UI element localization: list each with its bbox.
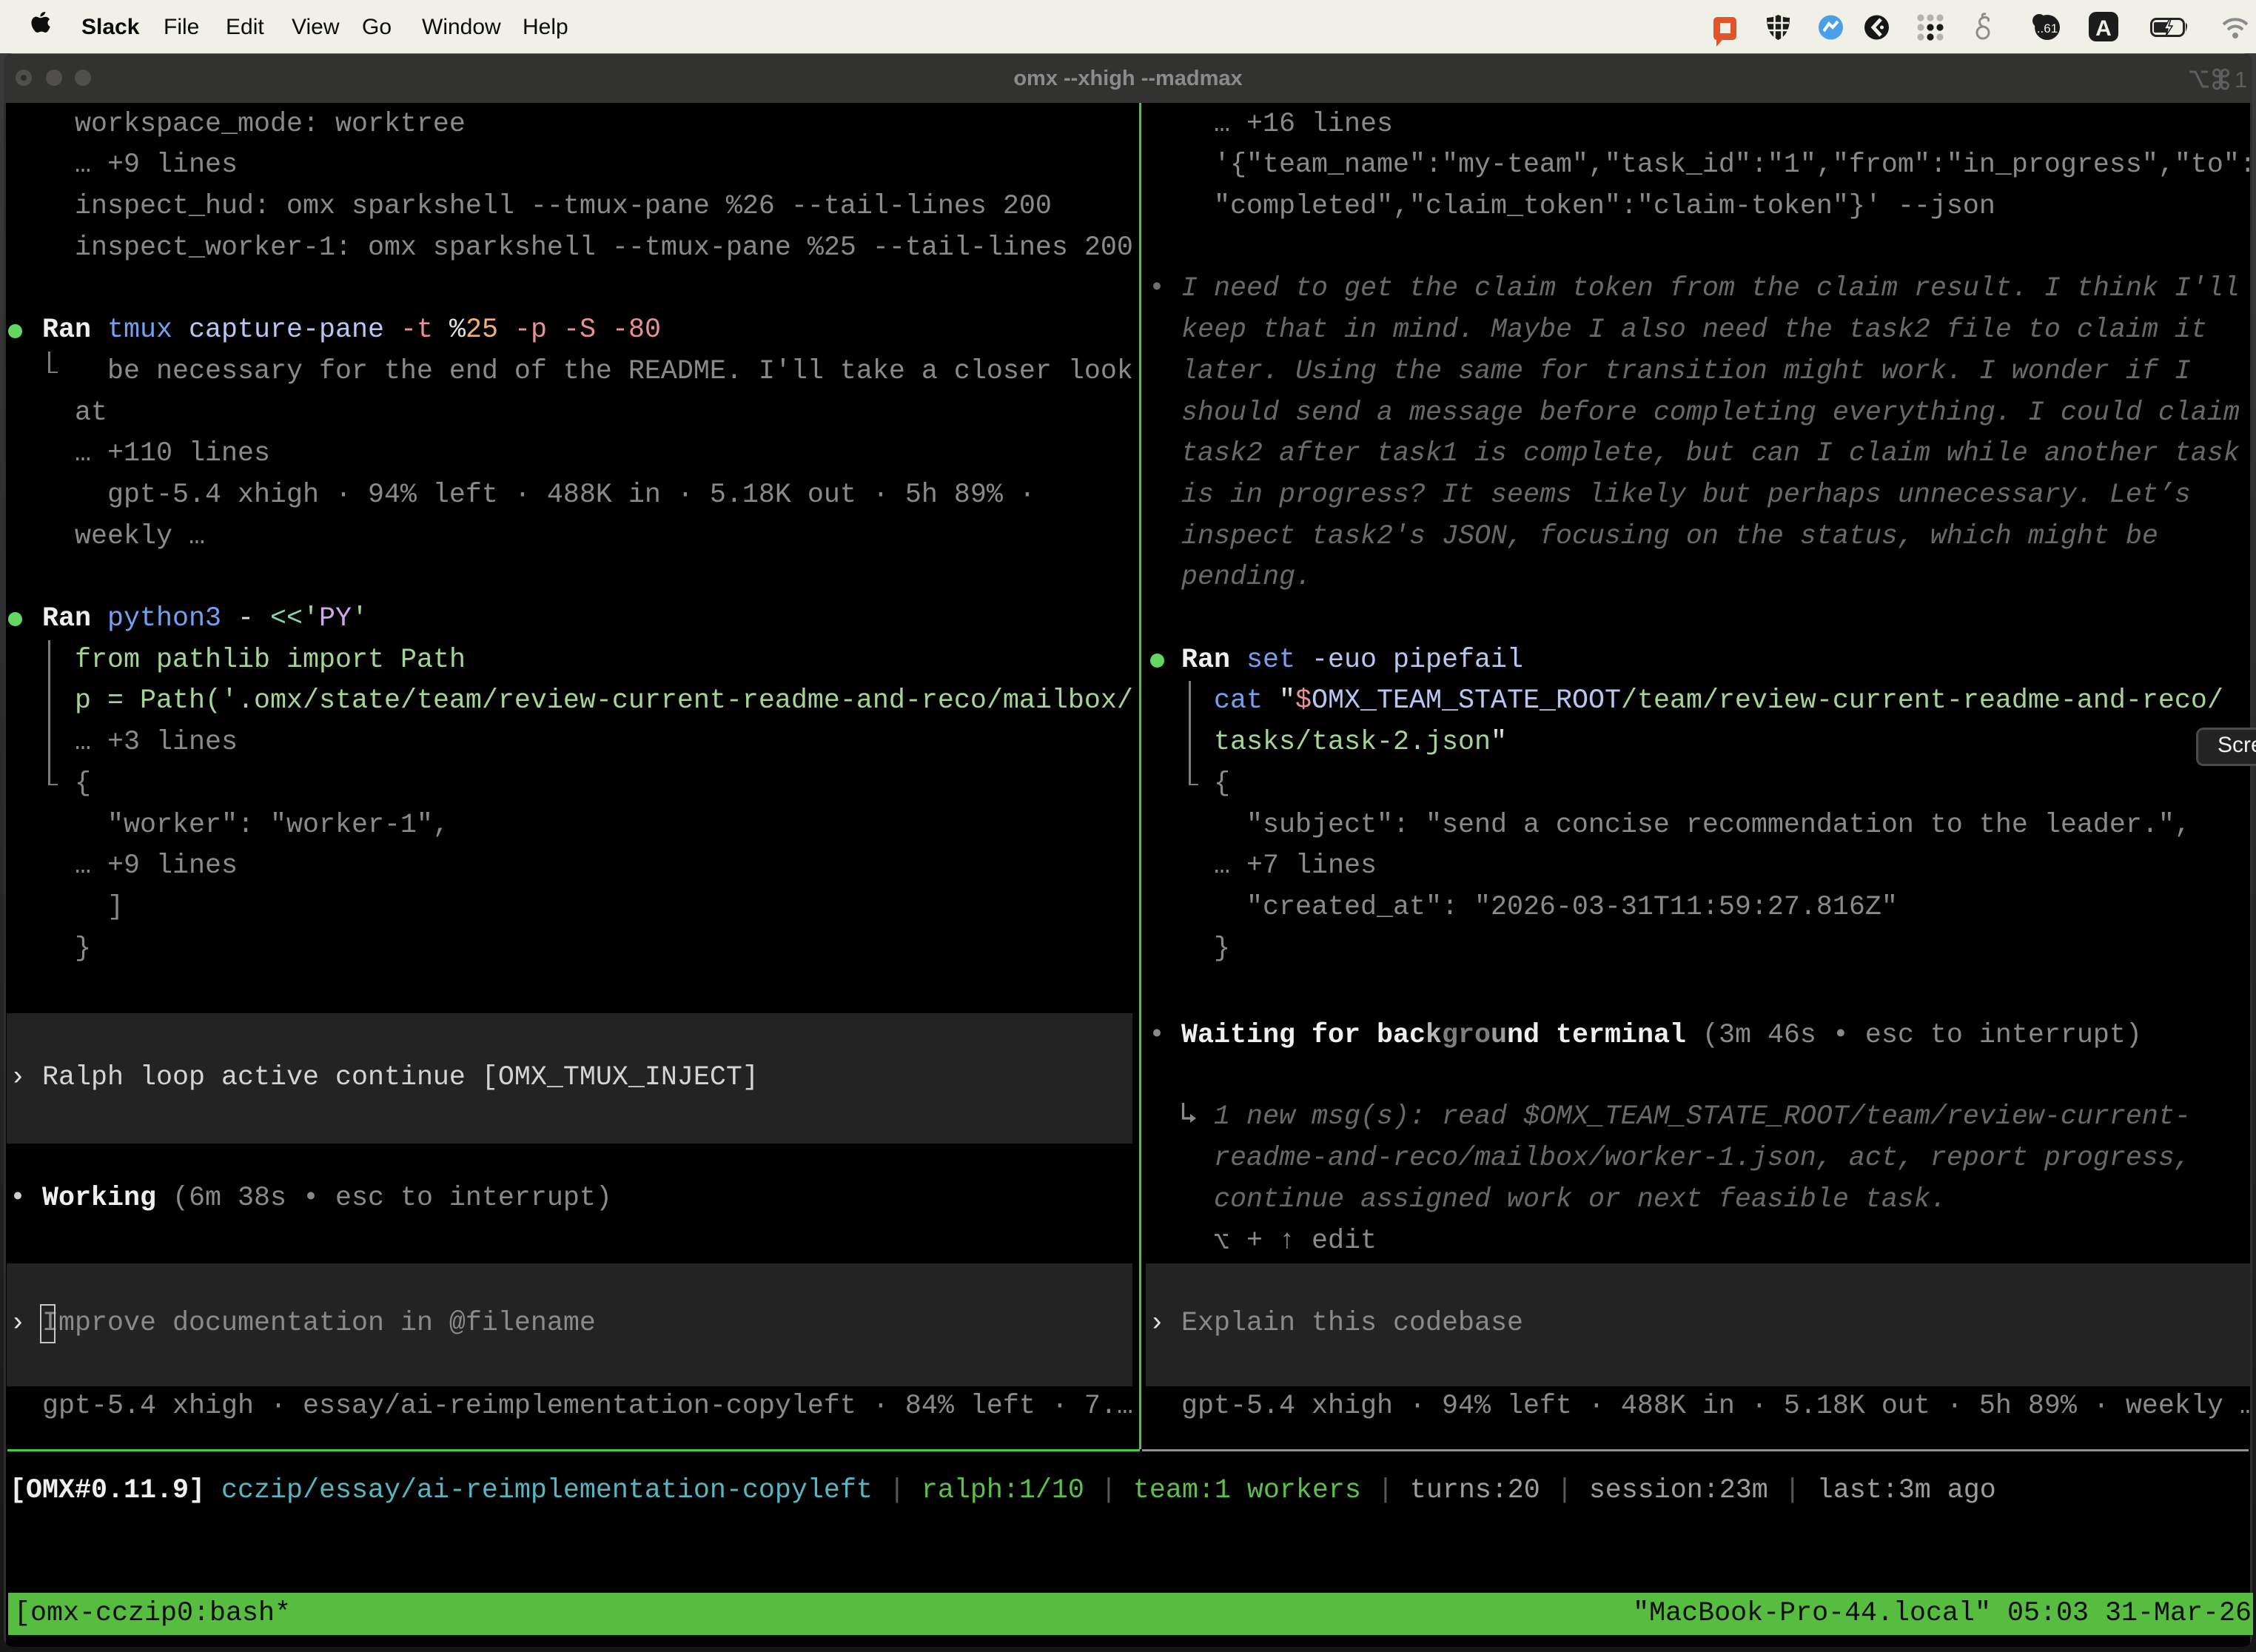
svg-text:..61: ..61	[2037, 21, 2058, 36]
svg-text:1: 1	[2235, 67, 2246, 93]
svg-text:A: A	[2095, 16, 2112, 41]
